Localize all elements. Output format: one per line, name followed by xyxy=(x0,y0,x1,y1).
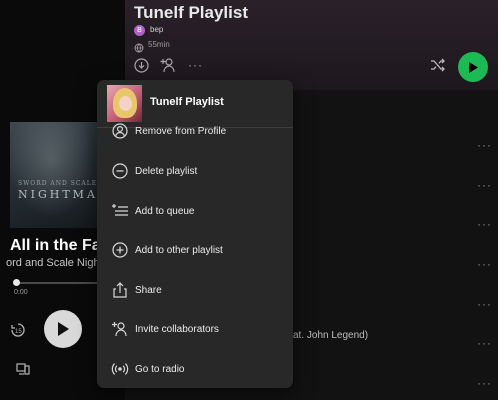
add-playlist-icon xyxy=(111,241,129,259)
menu-item-label: Share xyxy=(135,284,162,296)
share-icon xyxy=(111,281,129,299)
play-icon xyxy=(58,322,69,336)
track-more-icon[interactable]: ··· xyxy=(477,376,492,390)
album-art-big-text: NIGHTMAR xyxy=(18,188,102,201)
menu-item-remove-from-profile[interactable]: Remove from Profile xyxy=(97,118,293,144)
menu-title: Tunelf Playlist xyxy=(150,96,224,108)
track-more-icon[interactable]: ··· xyxy=(477,257,492,271)
menu-item-share[interactable]: Share xyxy=(97,277,293,303)
add-user-icon[interactable] xyxy=(160,57,177,78)
track-title-partial[interactable]: at. John Legend) xyxy=(293,330,368,341)
menu-item-label: Add to queue xyxy=(135,205,195,217)
track-more-icon[interactable]: ··· xyxy=(477,138,492,152)
play-pause-button[interactable] xyxy=(44,310,82,348)
shuffle-icon[interactable] xyxy=(430,58,446,77)
devices-icon[interactable] xyxy=(16,362,30,380)
playlist-duration: 55min xyxy=(148,40,170,49)
svg-text:15: 15 xyxy=(15,329,22,335)
playlist-context-menu: Tunelf Playlist Remove from Profile Dele… xyxy=(97,80,293,388)
globe-icon xyxy=(134,40,144,58)
menu-item-label: Add to other playlist xyxy=(135,244,223,256)
queue-icon xyxy=(111,202,129,220)
now-playing-artist[interactable]: ord and Scale Nigh xyxy=(6,257,100,269)
skip-back-15-icon[interactable]: 15 xyxy=(10,322,26,341)
menu-item-invite-collaborators[interactable]: Invite collaborators xyxy=(97,316,293,342)
album-art-small-text: SWORD AND SCALE xyxy=(18,180,98,187)
download-icon[interactable] xyxy=(134,58,149,78)
menu-item-add-to-queue[interactable]: Add to queue xyxy=(97,198,293,224)
invite-icon xyxy=(111,320,129,338)
menu-item-delete-playlist[interactable]: Delete playlist xyxy=(97,158,293,184)
radio-icon xyxy=(111,360,129,378)
delete-icon xyxy=(111,162,129,180)
more-options-icon[interactable]: ··· xyxy=(188,58,203,72)
menu-item-label: Delete playlist xyxy=(135,165,198,177)
menu-item-label: Invite collaborators xyxy=(135,323,219,335)
track-more-icon[interactable]: ··· xyxy=(477,297,492,311)
playlist-cover xyxy=(107,85,142,122)
track-more-icon[interactable]: ··· xyxy=(477,336,492,350)
remove-profile-icon xyxy=(111,122,129,140)
playlist-title: Tunelf Playlist xyxy=(134,3,248,22)
playlist-play-button[interactable] xyxy=(458,52,488,82)
play-icon xyxy=(468,61,478,73)
owner-name[interactable]: bep xyxy=(150,25,163,34)
menu-item-go-to-radio[interactable]: Go to radio xyxy=(97,356,293,382)
album-art[interactable]: SWORD AND SCALE NIGHTMAR xyxy=(10,122,102,228)
menu-item-add-to-other-playlist[interactable]: Add to other playlist xyxy=(97,237,293,263)
cover-face xyxy=(119,96,132,111)
progress-knob[interactable] xyxy=(13,279,20,286)
album-art-fog xyxy=(10,122,102,228)
elapsed-time: 0:00 xyxy=(14,289,28,296)
track-more-icon[interactable]: ··· xyxy=(477,178,492,192)
owner-avatar[interactable]: B xyxy=(134,25,145,36)
menu-item-label: Remove from Profile xyxy=(135,125,227,137)
menu-item-label: Go to radio xyxy=(135,363,185,375)
track-more-icon[interactable]: ··· xyxy=(477,217,492,231)
